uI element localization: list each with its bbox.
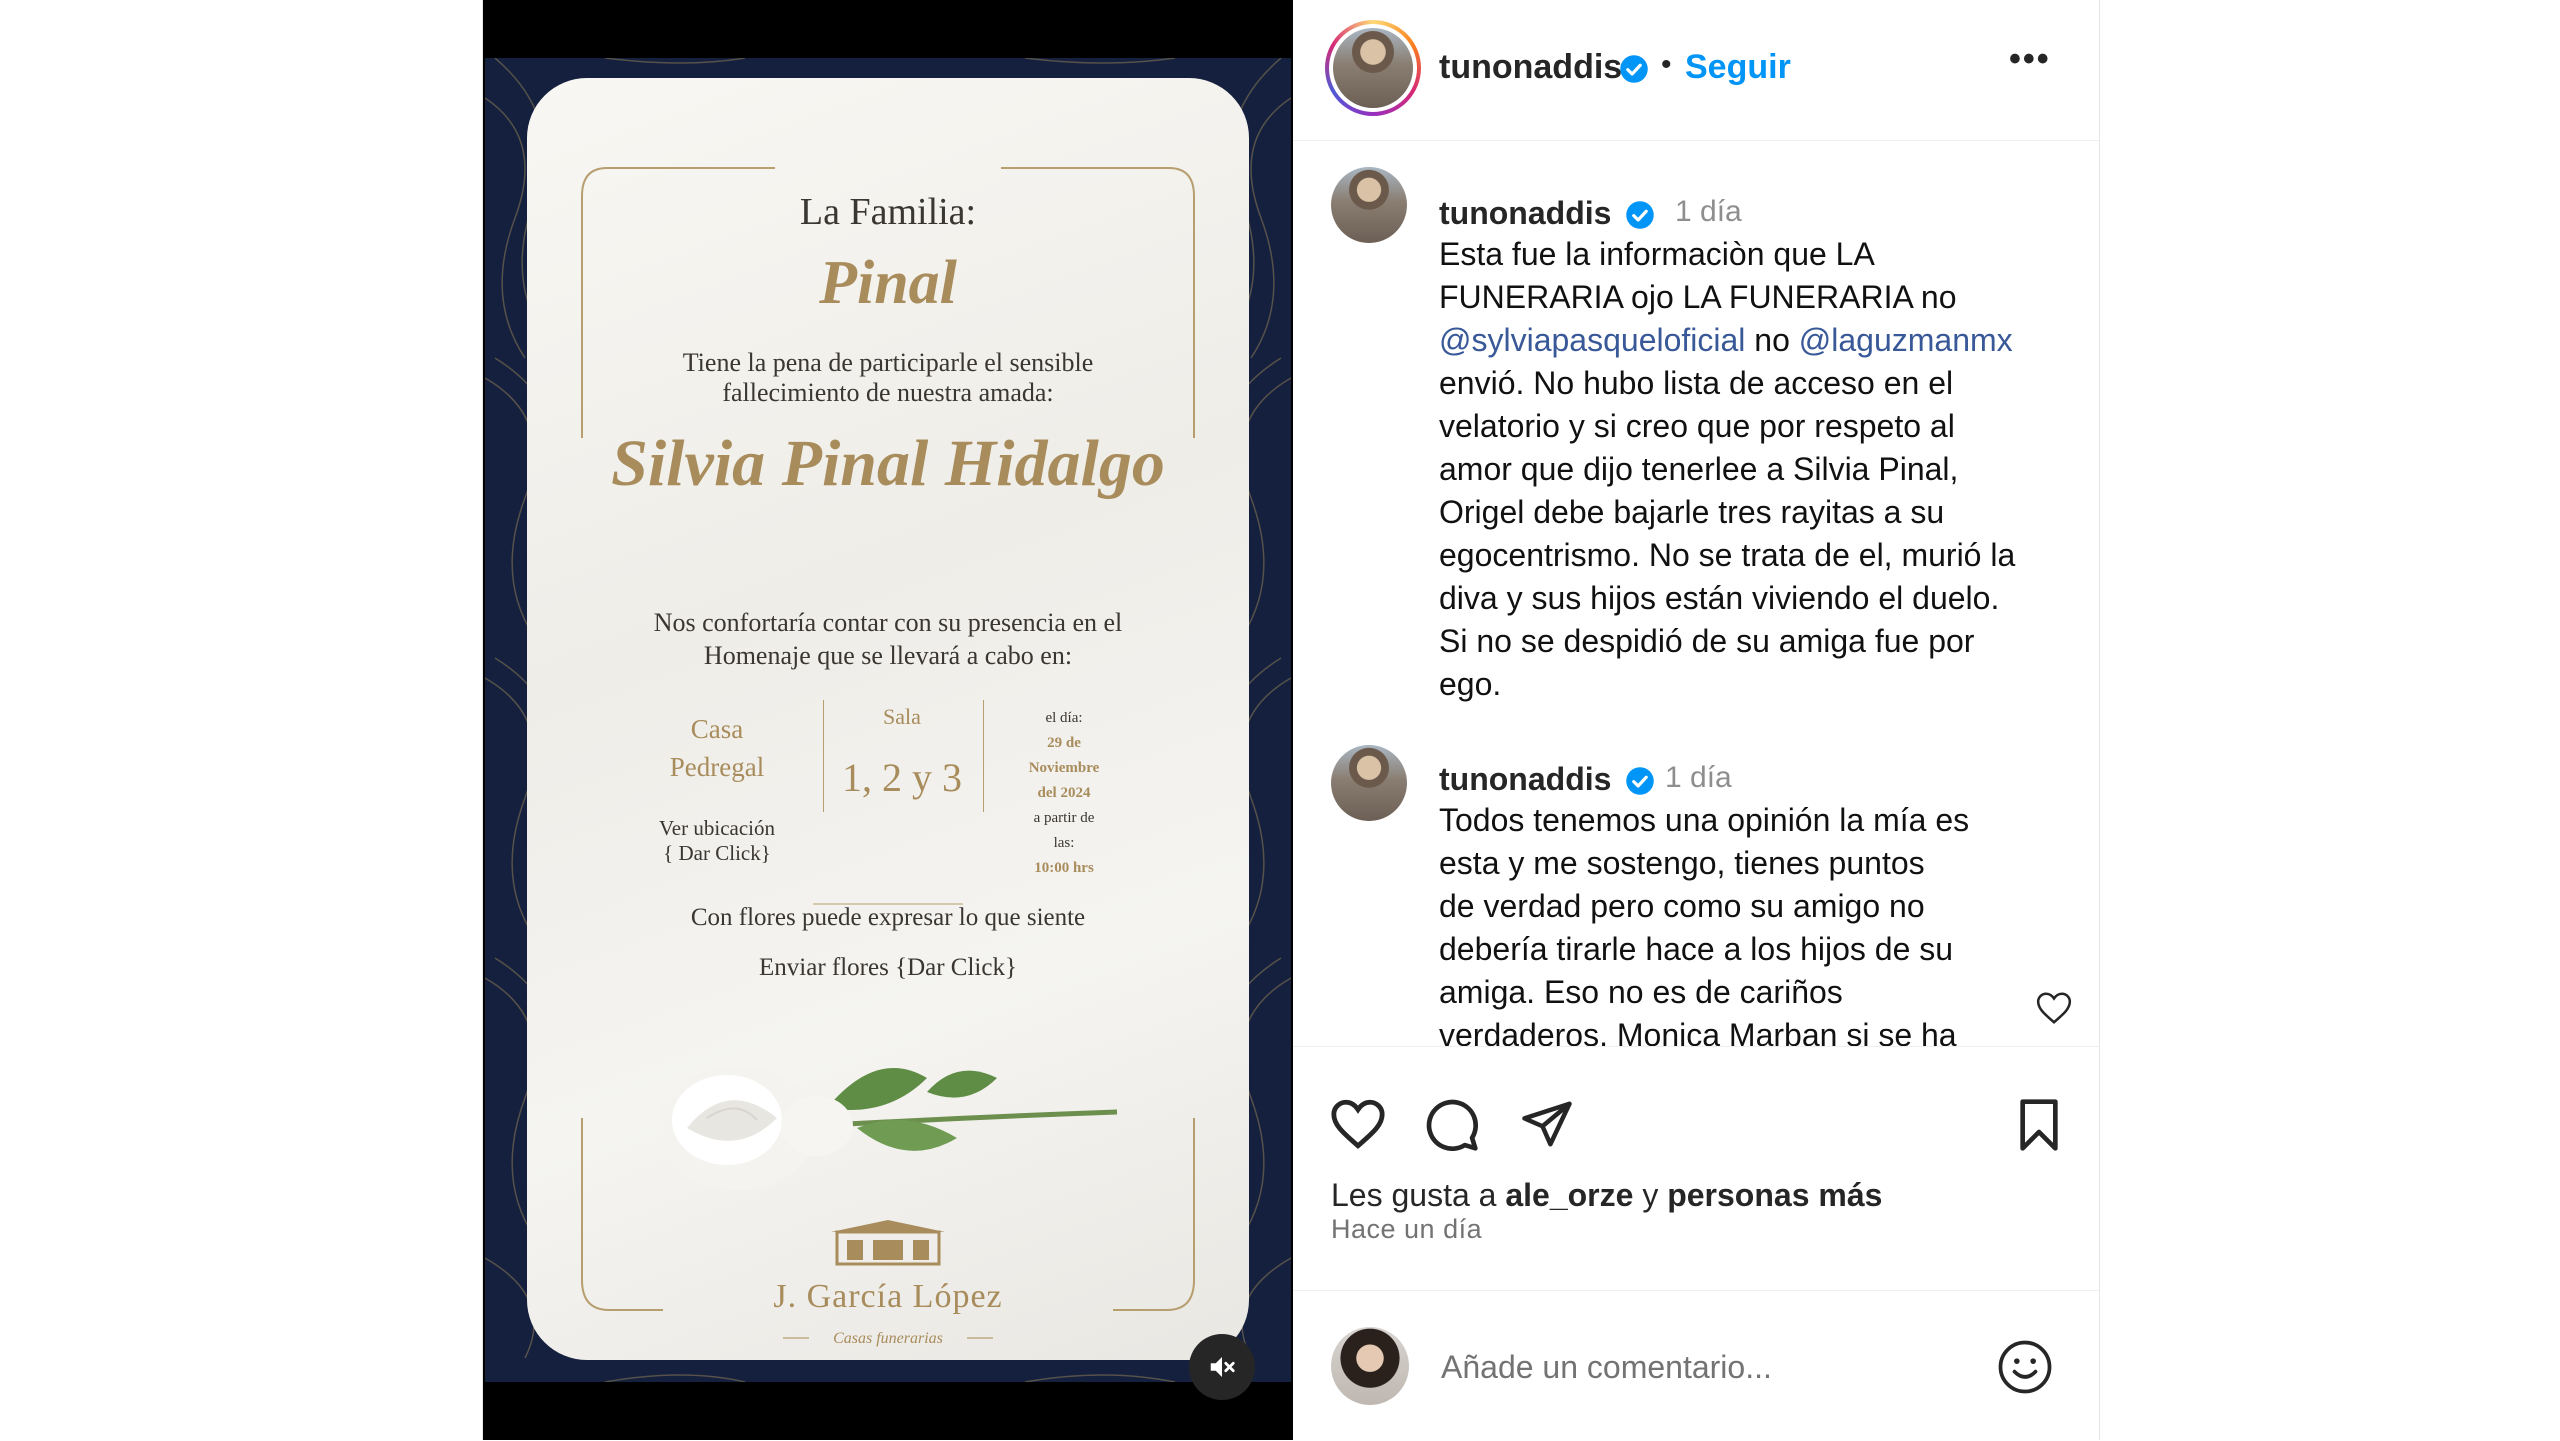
comment-line: de verdad pero como su amigo no: [1439, 888, 1925, 924]
comment-line: velatorio y si creo que por respeto al: [1439, 408, 1955, 444]
verified-badge-icon: [1620, 55, 1648, 83]
likes-summary[interactable]: Les gusta a ale_orze y personas más: [1331, 1177, 1882, 1214]
divider: [983, 700, 984, 812]
venue-name: Casa Pedregal: [617, 710, 817, 786]
deceased-name: Silvia Pinal Hidalgo: [611, 427, 1165, 500]
story-ring[interactable]: [1325, 20, 1421, 116]
action-bar: Les gusta a ale_orze y personas más: [1293, 1046, 2099, 1237]
comment-line: Si no se despidió de su amiga fue por: [1439, 623, 1975, 659]
share-send-icon[interactable]: [1519, 1097, 1575, 1151]
emoji-smiley-icon[interactable]: [1997, 1339, 2053, 1395]
mention-link[interactable]: @sylviapasqueloficial: [1439, 322, 1745, 358]
send-flowers-link[interactable]: Enviar flores {Dar Click}: [527, 954, 1249, 982]
pena-line-1: Tiene la pena de participarle el sensibl…: [682, 348, 1094, 377]
post-header: tunonaddis • Seguir •••: [1293, 0, 2099, 141]
comment-line: egocentrismo. No se trata de el, murió l…: [1439, 537, 2016, 573]
location-line-2: { Dar Click}: [663, 841, 771, 865]
funeral-home-subtitle: Casas funerarias: [833, 1330, 943, 1347]
comment-line: FUNERARIA ojo LA FUNERARIA no: [1439, 279, 1957, 315]
date-line-2: Noviembre: [1028, 760, 1100, 776]
comment-line: debería tirarle hace a los hijos de su: [1439, 931, 1954, 967]
comment-line: ego.: [1439, 666, 1502, 702]
likes-prefix: Les gusta a: [1331, 1177, 1506, 1213]
pena-line-2: fallecimiento de nuestra amada:: [722, 378, 1054, 407]
comment-line: Origel debe bajarle tres rayitas a su: [1439, 494, 1945, 530]
comment-line: amiga. Eso no es de cariños: [1439, 974, 1843, 1010]
avatar: [1333, 28, 1413, 108]
post-media[interactable]: La Familia: Pinal Tiene la pena de parti…: [483, 0, 1293, 1440]
separator-dot: •: [1661, 48, 1672, 81]
comment-line: diva y sus hijos están viviendo el duelo…: [1439, 580, 2000, 616]
familia-name: Pinal: [819, 249, 957, 317]
location-line-1: Ver ubicación: [658, 816, 776, 840]
speaker-muted-icon: [1210, 1357, 1235, 1377]
mention-link[interactable]: @laguzmanmx: [1799, 322, 2013, 358]
pena-text: Tiene la pena de participarle el sensibl…: [527, 348, 1249, 408]
from-line-1: a partir de: [1033, 810, 1095, 826]
avatar[interactable]: [1331, 167, 1407, 243]
instagram-post: La Familia: Pinal Tiene la pena de parti…: [482, 0, 2100, 1440]
comment-line: Todos tenemos una opinión la mía es: [1439, 802, 1970, 838]
invitation-image: La Familia: Pinal Tiene la pena de parti…: [485, 58, 1291, 1382]
comment-line: verdaderos. Monica Marban si se ha: [1439, 1017, 1957, 1046]
sala-label: Sala: [883, 704, 921, 729]
venue-line-2: Pedregal: [669, 752, 765, 782]
post-sidebar: tunonaddis • Seguir ••• tunonaddis 1 día: [1293, 0, 2099, 1440]
comment-like-heart-icon[interactable]: [2035, 990, 2073, 1026]
date-label: el día:: [1045, 710, 1083, 726]
comment-input[interactable]: [1439, 1331, 1963, 1403]
more-options-button[interactable]: •••: [2009, 40, 2051, 79]
funeral-home-logo: [831, 1220, 945, 1266]
comment-time: 1 día: [1675, 195, 1742, 228]
comment-line: esta y me sostengo, tienes puntos: [1439, 845, 1925, 881]
comment-bubble-icon[interactable]: [1423, 1097, 1481, 1153]
funeral-home-name: J. García López: [773, 1278, 1003, 1315]
venue-line-1: Casa: [690, 714, 744, 744]
time-text: 10:00 hrs: [1034, 860, 1094, 876]
verified-badge-icon: [1626, 201, 1654, 229]
comment-time: 1 día: [1665, 761, 1732, 794]
add-comment-bar: [1293, 1290, 2099, 1441]
like-heart-icon[interactable]: [1329, 1097, 1387, 1151]
date-line-3: del 2024: [1037, 785, 1091, 801]
familia-label: La Familia:: [799, 191, 977, 233]
comment-text: Esta fue la informaciòn que LA FUNERARIA…: [1439, 233, 2079, 706]
date-block: el día: 29 de Noviembre del 2024 a parti…: [989, 706, 1139, 881]
date-line-1: 29 de: [1047, 735, 1081, 751]
comment-line: @sylviapasqueloficial no @laguzmanmx: [1439, 319, 2079, 362]
confort-text: Nos confortaría contar con su presencia …: [527, 606, 1249, 672]
confort-line-2: Homenaje que se llevará a cabo en:: [703, 641, 1073, 670]
comment-username[interactable]: tunonaddis: [1439, 761, 1611, 798]
location-link[interactable]: Ver ubicación { Dar Click}: [617, 816, 817, 866]
comment-line: Esta fue la informaciòn que LA: [1439, 236, 1875, 272]
comment-text: Todos tenemos una opinión la mía es esta…: [1439, 799, 2079, 1046]
verified-badge-icon: [1626, 767, 1654, 795]
likes-user-link[interactable]: ale_orze: [1505, 1177, 1633, 1213]
confort-line-1: Nos confortaría contar con su presencia …: [653, 608, 1123, 637]
invitation-card: La Familia: Pinal Tiene la pena de parti…: [527, 78, 1249, 1360]
white-rose-image: [657, 1066, 1118, 1190]
likes-others-link[interactable]: personas más: [1667, 1177, 1882, 1213]
divider: [823, 700, 824, 812]
avatar: [1331, 1327, 1409, 1405]
comment-line: amor que dijo tenerlee a Silvia Pinal,: [1439, 451, 1959, 487]
mute-button[interactable]: [1189, 1334, 1255, 1400]
header-username[interactable]: tunonaddis: [1439, 48, 1622, 87]
flowers-text: Con flores puede expresar lo que siente: [690, 904, 1086, 931]
bookmark-icon[interactable]: [2015, 1097, 2063, 1153]
likes-middle: y: [1633, 1177, 1668, 1213]
from-line-2: las:: [1053, 835, 1075, 851]
comment-line: envió. No hubo lista de acceso en el: [1439, 365, 1954, 401]
avatar[interactable]: [1331, 745, 1407, 821]
mention-join: no: [1745, 322, 1799, 358]
post-timestamp: Hace un día: [1331, 1214, 1483, 1244]
comments-list: tunonaddis 1 día Esta fue la informaciòn…: [1293, 141, 2099, 1046]
sala-numbers: 1, 2 y 3: [842, 755, 962, 800]
follow-button[interactable]: Seguir: [1685, 48, 1791, 87]
comment-username[interactable]: tunonaddis: [1439, 195, 1611, 232]
